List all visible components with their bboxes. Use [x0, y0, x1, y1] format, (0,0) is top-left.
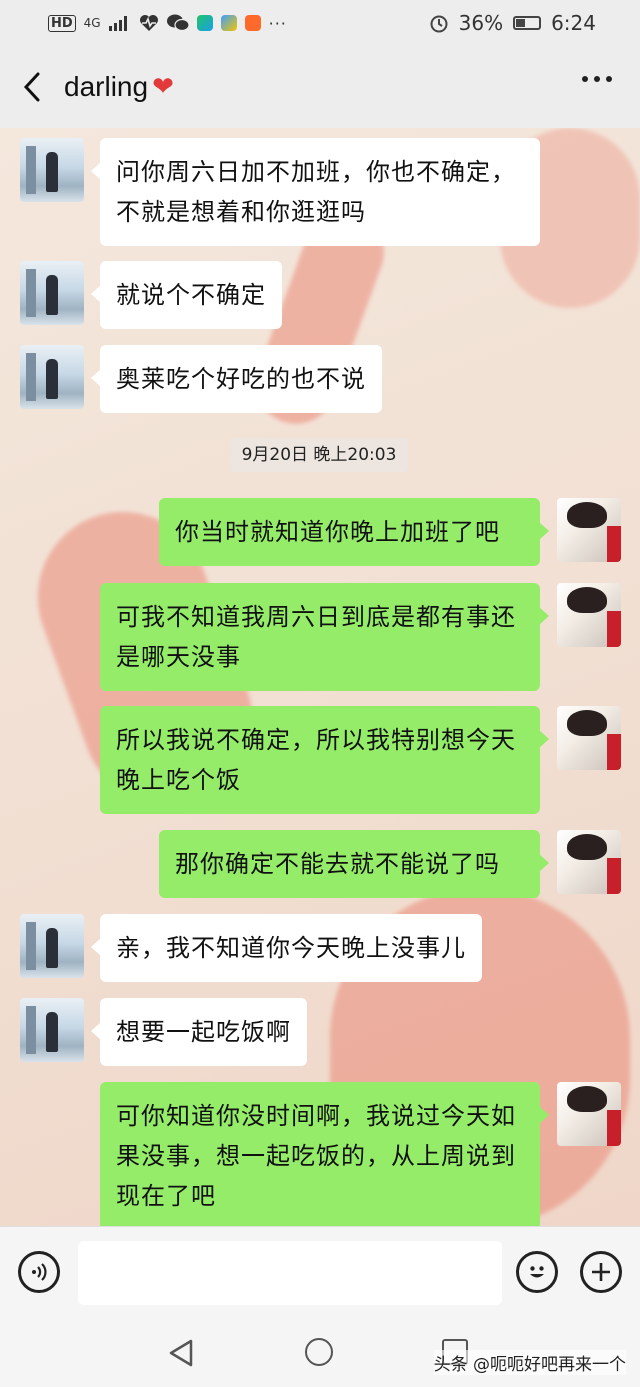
message-bubble[interactable]: 问你周六日加不加班，你也不确定，不就是想着和你逛逛吗: [91, 138, 540, 246]
dot-icon: [582, 76, 588, 82]
watermark: 头条 @呃呃好吧再来一个: [433, 1350, 626, 1375]
video-app-icon: [196, 15, 213, 31]
message-bubble[interactable]: 可你知道你没时间啊，我说过今天如果没事，想一起吃饭的，从上周说到现在了吧: [100, 1082, 549, 1226]
nav-back-icon[interactable]: [168, 1338, 194, 1368]
friend-avatar[interactable]: [20, 998, 84, 1062]
chat-area[interactable]: 问你周六日加不加班，你也不确定，不就是想着和你逛逛吗 就说个不确定 奥莱吃个好吃…: [0, 128, 640, 1226]
emoji-icon: [530, 1266, 544, 1278]
message-bubble[interactable]: 所以我说不确定，所以我特别想今天晚上吃个饭: [100, 706, 549, 814]
status-bar: HD 4G ··· 36% 6:24: [0, 0, 640, 46]
play-app-icon: [244, 15, 261, 31]
hd-indicator: HD: [48, 14, 76, 32]
plus-icon: [592, 1263, 610, 1281]
back-button[interactable]: [0, 46, 64, 128]
maps-app-icon: [220, 15, 237, 31]
heart-emoji: ❤: [152, 72, 174, 102]
message-bubble[interactable]: 你当时就知道你晚上加班了吧: [159, 498, 549, 566]
chat-title: darling: [64, 71, 149, 102]
my-avatar[interactable]: [557, 830, 621, 894]
navigation-bar: 头条 @呃呃好吧再来一个: [0, 1320, 640, 1387]
chat-header: darling ❤: [0, 46, 640, 128]
more-actions-button[interactable]: [580, 1251, 622, 1293]
wechat-icon: [166, 14, 189, 32]
more-options-button[interactable]: [582, 76, 612, 82]
voice-button[interactable]: [18, 1251, 60, 1293]
friend-avatar[interactable]: [20, 261, 84, 325]
emoji-button[interactable]: [516, 1251, 558, 1293]
message-bubble[interactable]: 那你确定不能去就不能说了吗: [159, 830, 549, 898]
chat-timestamp: 9月20日 晚上20:03: [230, 438, 408, 472]
more-notifications-icon: ···: [268, 13, 287, 33]
friend-avatar[interactable]: [20, 345, 84, 409]
my-avatar[interactable]: [557, 498, 621, 562]
alarm-icon: [430, 15, 448, 33]
battery-percent: 36%: [458, 11, 504, 35]
chevron-left-icon: [23, 72, 40, 102]
status-right: 36% 6:24: [429, 11, 596, 35]
message-bubble[interactable]: 就说个不确定: [91, 261, 282, 329]
friend-avatar[interactable]: [20, 914, 84, 978]
battery-icon: [513, 16, 542, 30]
message-input[interactable]: [78, 1241, 502, 1305]
my-avatar[interactable]: [557, 706, 621, 770]
input-bar: [0, 1226, 640, 1321]
status-left: HD 4G ···: [48, 14, 287, 33]
friend-avatar[interactable]: [20, 138, 84, 202]
nav-home-icon[interactable]: [305, 1338, 333, 1366]
message-bubble[interactable]: 奥莱吃个好吃的也不说: [91, 345, 382, 413]
message-bubble[interactable]: 可我不知道我周六日到底是都有事还是哪天没事: [100, 583, 549, 691]
my-avatar[interactable]: [557, 583, 621, 647]
dot-icon: [606, 76, 612, 82]
signal-icon: [108, 16, 127, 31]
clock: 6:24: [551, 11, 596, 35]
message-bubble[interactable]: 想要一起吃饭啊: [91, 998, 307, 1066]
network-type: 4G: [83, 16, 101, 30]
health-icon: [139, 15, 158, 31]
dot-icon: [594, 76, 600, 82]
my-avatar[interactable]: [557, 1082, 621, 1146]
voice-icon: [32, 1263, 47, 1281]
message-bubble[interactable]: 亲，我不知道你今天晚上没事儿: [91, 914, 482, 982]
